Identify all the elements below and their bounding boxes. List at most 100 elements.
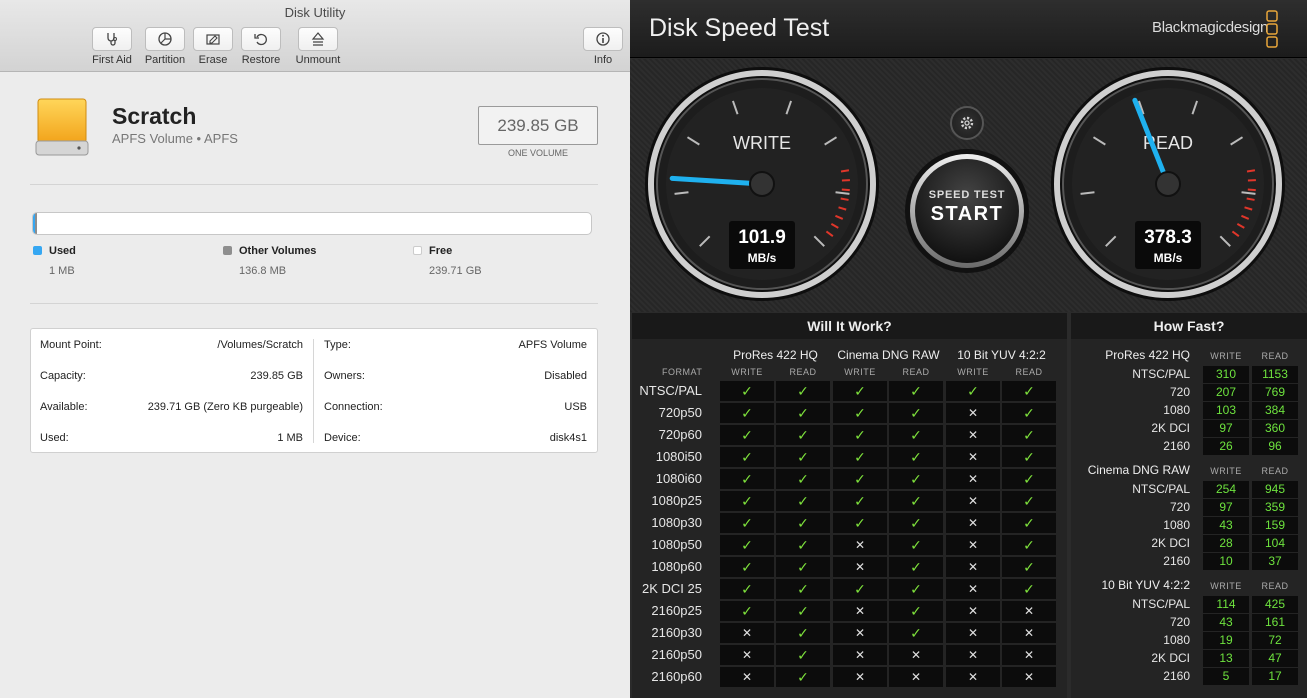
info-key: Connection: — [324, 401, 383, 413]
check-mark: ✓ — [833, 447, 887, 467]
how-fast-read-value: 37 — [1252, 553, 1298, 570]
how-fast-write-value: 207 — [1203, 384, 1249, 401]
volume-count-caption: ONE VOLUME — [507, 148, 568, 158]
read-gauge: READ378.3MB/s — [1051, 67, 1285, 301]
volume-size: 239.85 GB — [478, 106, 598, 145]
check-mark: ✓ — [776, 381, 830, 401]
how-fast-read-value: 425 — [1252, 596, 1298, 613]
gauge-redzone-tick — [1246, 197, 1255, 201]
format-row-label: 720p60 — [658, 427, 702, 442]
will-it-work-column-header: READ — [902, 367, 930, 377]
cross-mark: ✕ — [946, 557, 1000, 577]
format-row-label: 1080p30 — [651, 515, 702, 530]
info-label: Info — [593, 54, 613, 66]
cross-mark: ✕ — [1002, 623, 1056, 643]
toolbar: Disk Utility First Aid Partition Erase R… — [0, 0, 630, 72]
will-it-work-column-header: READ — [789, 367, 817, 377]
pie-icon — [158, 32, 172, 46]
check-mark: ✓ — [889, 579, 943, 599]
how-fast-format-label: 2160 — [1163, 439, 1190, 453]
legend-value: 136.8 MB — [239, 265, 287, 277]
how-fast-write-value: 43 — [1203, 614, 1249, 631]
will-it-work-group-title: ProRes 422 HQ — [733, 348, 818, 362]
how-fast-format-label: 720 — [1169, 385, 1190, 399]
info-button[interactable] — [583, 27, 623, 51]
free-swatch — [413, 246, 422, 255]
cross-mark: ✕ — [946, 601, 1000, 621]
settings-button[interactable] — [950, 106, 984, 140]
unmount-button[interactable] — [298, 27, 338, 51]
format-row-label: 2160p60 — [651, 669, 702, 684]
will-it-work-title: Will It Work? — [632, 313, 1067, 339]
check-mark: ✓ — [833, 579, 887, 599]
info-icon — [596, 32, 610, 46]
format-row-label: 1080p25 — [651, 493, 702, 508]
restore-button[interactable] — [241, 27, 281, 51]
info-key: Capacity: — [40, 370, 86, 382]
first-aid-button[interactable] — [92, 27, 132, 51]
check-mark: ✓ — [1002, 513, 1056, 533]
how-fast-read-value: 360 — [1252, 420, 1298, 437]
speed-test-start-button[interactable]: SPEED TEST START — [904, 148, 1030, 274]
format-row-label: 1080p60 — [651, 559, 702, 574]
how-fast-write-header: WRITE — [1210, 466, 1242, 476]
how-fast-read-value: 384 — [1252, 402, 1298, 419]
read-speed-unit: MB/s — [1154, 251, 1183, 265]
check-mark: ✓ — [776, 491, 830, 511]
will-it-work-column-header: READ — [1015, 367, 1043, 377]
cross-mark: ✕ — [889, 667, 943, 687]
gauge-redzone-tick — [1247, 188, 1256, 192]
format-column-header: FORMAT — [662, 367, 703, 377]
how-fast-format-label: 1080 — [1163, 403, 1190, 417]
cross-mark: ✕ — [946, 535, 1000, 555]
volume-info-table: Mount Point: /Volumes/Scratch Capacity: … — [30, 328, 598, 453]
cross-mark: ✕ — [946, 579, 1000, 599]
how-fast-format-label: 720 — [1169, 615, 1190, 629]
partition-button[interactable] — [145, 27, 185, 51]
how-fast-write-value: 114 — [1203, 596, 1249, 613]
check-mark: ✓ — [889, 491, 943, 511]
check-mark: ✓ — [720, 601, 774, 621]
info-row: Used: 1 MB — [40, 432, 303, 446]
cross-mark: ✕ — [833, 667, 887, 687]
how-fast-read-value: 359 — [1252, 499, 1298, 516]
gauge-redzone-tick — [1246, 169, 1256, 173]
start-button-label: START — [930, 203, 1004, 225]
how-fast-write-value: 26 — [1203, 438, 1249, 455]
check-mark: ✓ — [720, 469, 774, 489]
cross-mark: ✕ — [946, 447, 1000, 467]
how-fast-write-value: 254 — [1203, 481, 1249, 498]
usage-bar — [32, 212, 592, 235]
cross-mark: ✕ — [946, 645, 1000, 665]
how-fast-read-value: 72 — [1252, 632, 1298, 649]
legend-label: Free — [429, 245, 453, 257]
read-speed-value: 378.3 — [1144, 227, 1192, 248]
divider — [30, 184, 598, 185]
info-key: Available: — [40, 401, 88, 413]
gauge-redzone-tick — [840, 169, 850, 173]
header: Disk Speed Test Blackmagicdesign — [630, 0, 1307, 58]
check-mark: ✓ — [1002, 447, 1056, 467]
cross-mark: ✕ — [1002, 645, 1056, 665]
check-mark: ✓ — [720, 557, 774, 577]
divider — [30, 303, 598, 304]
write-speed-unit: MB/s — [748, 251, 777, 265]
erase-button[interactable] — [193, 27, 233, 51]
format-row-label: 1080i60 — [655, 471, 702, 486]
info-row: Connection: USB — [324, 401, 587, 415]
format-row-label: 2160p50 — [651, 647, 702, 662]
info-row: Mount Point: /Volumes/Scratch — [40, 339, 303, 353]
format-row-label: 2160p25 — [651, 603, 702, 618]
cross-mark: ✕ — [946, 425, 1000, 445]
how-fast-read-header: READ — [1261, 581, 1289, 591]
restore-icon — [254, 33, 267, 46]
cross-mark: ✕ — [720, 645, 774, 665]
how-fast-format-label: 1080 — [1163, 518, 1190, 532]
cross-mark: ✕ — [720, 623, 774, 643]
check-mark: ✓ — [1002, 469, 1056, 489]
check-mark: ✓ — [776, 579, 830, 599]
volume-name: Scratch — [112, 103, 197, 129]
cross-mark: ✕ — [833, 535, 887, 555]
volume-subtitle: APFS Volume • APFS — [112, 131, 238, 146]
will-it-work-group-title: 10 Bit YUV 4:2:2 — [957, 348, 1046, 362]
